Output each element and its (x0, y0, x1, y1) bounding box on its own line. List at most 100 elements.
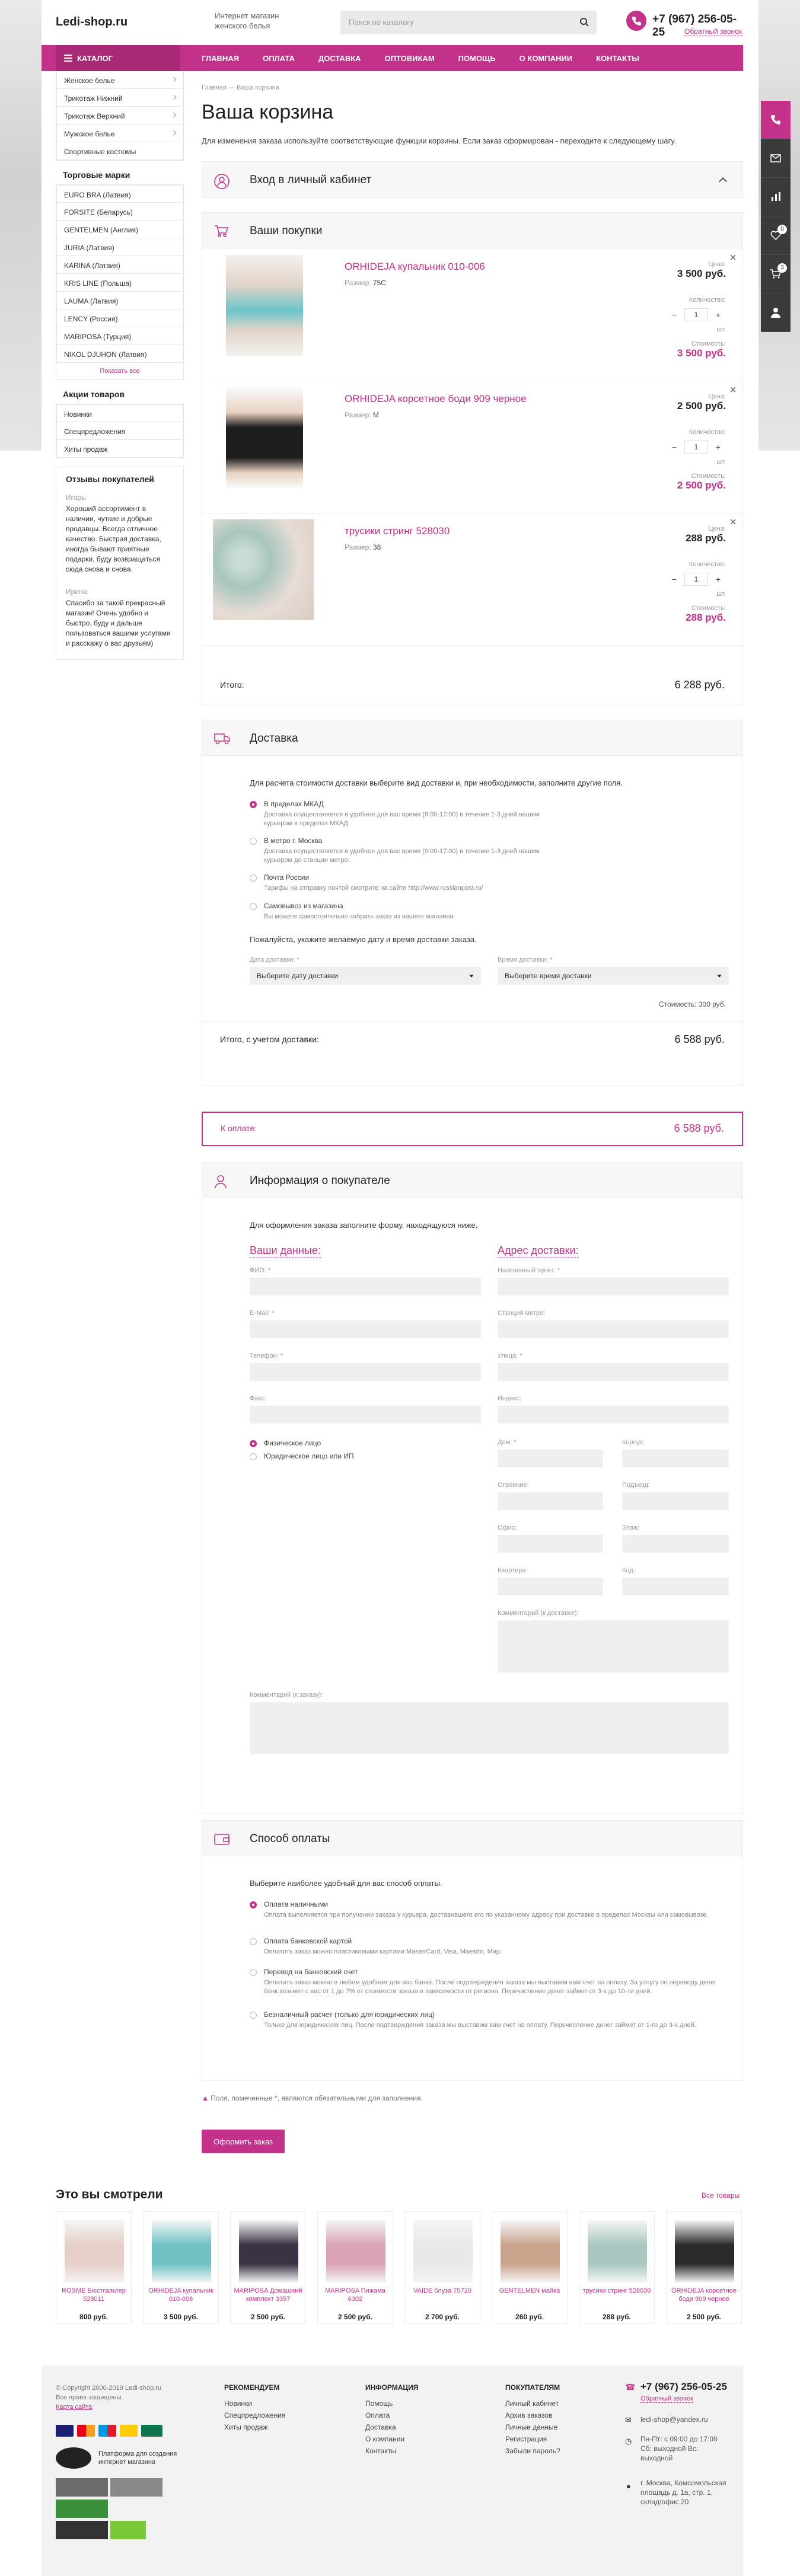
sitemap-link[interactable]: Карта сайта (56, 2403, 92, 2411)
promo-item[interactable]: Хиты продаж (56, 440, 183, 458)
brand-item[interactable]: KRIS LINE (Польша) (56, 274, 183, 292)
footer-link[interactable]: Помощь (365, 2398, 418, 2409)
footer-email[interactable]: ledi-shop@yandex.ru (640, 2415, 708, 2424)
seen-product-card[interactable]: ROSME Бюстгальтер 528011 800 руб. (56, 2211, 132, 2324)
increment-button[interactable]: + (710, 442, 726, 452)
quantity-input[interactable]: 1 (684, 308, 708, 321)
brand-item[interactable]: KARINA (Латвия) (56, 256, 183, 274)
callback-link[interactable]: Обратный звонок (684, 27, 742, 36)
floor-field[interactable] (622, 1535, 729, 1553)
nav-item-home[interactable]: ГЛАВНАЯ (190, 45, 251, 71)
decrement-button[interactable]: − (667, 310, 682, 320)
seen-product-card[interactable]: MARIPOSA Пижама 6302 2 500 руб. (317, 2211, 393, 2324)
seen-product-title[interactable]: MARIPOSA Пижама 6302 (320, 2287, 390, 2303)
quantity-stepper[interactable]: −1 + (667, 572, 726, 587)
expert-logo[interactable] (56, 2447, 91, 2469)
search-input[interactable]: Поиск по каталогу (340, 11, 597, 34)
seen-product-card[interactable]: VAIDE блуза 75720 2 700 руб. (404, 2211, 480, 2324)
all-products-link[interactable]: Все товары (702, 2191, 740, 2200)
product-image[interactable] (226, 255, 303, 356)
footer-callback-link[interactable]: Обратный звонок (640, 2395, 693, 2403)
quantity-stepper[interactable]: −1 + (667, 439, 726, 455)
footer-link[interactable]: Регистрация (505, 2433, 560, 2445)
radio-selected[interactable] (250, 801, 257, 808)
quantity-input[interactable]: 1 (684, 573, 708, 586)
radio[interactable] (250, 1938, 257, 1945)
footer-link[interactable]: Доставка (365, 2421, 418, 2433)
brand-item[interactable]: EURO BRA (Латвия) (56, 185, 183, 203)
brand-item[interactable]: MARIPOSA (Турция) (56, 327, 183, 345)
breadcrumb[interactable]: Главная — Ваша корзина (202, 84, 279, 91)
seen-product-title[interactable]: ORHIDEJA купальник 010-006 (146, 2287, 216, 2303)
brand-item[interactable]: LENCY (Россия) (56, 309, 183, 327)
footer-link[interactable]: О компании (365, 2433, 418, 2445)
radio[interactable] (250, 2012, 257, 2019)
remove-item-icon[interactable]: × (729, 384, 737, 397)
category-item[interactable]: Трикотаж Нижний (56, 89, 183, 107)
category-item[interactable]: Трикотаж Верхний (56, 107, 183, 125)
seen-product-image[interactable] (152, 2220, 211, 2283)
show-all-brands-link[interactable]: Показать все (56, 363, 183, 379)
decrement-button[interactable]: − (667, 442, 682, 452)
toolbar-cart[interactable]: 3 (761, 255, 791, 293)
structure-field[interactable] (498, 1492, 603, 1510)
seen-product-image[interactable] (501, 2220, 560, 2283)
catalog-button[interactable]: КАТАЛОГ (56, 45, 180, 71)
seen-product-title[interactable]: трусики стринг 528030 (582, 2287, 652, 2295)
product-title[interactable]: ORHIDEJA корсетное боди 909 черное (345, 393, 527, 405)
nav-item-wholesale[interactable]: ОПТОВИКАМ (373, 45, 447, 71)
fax-field[interactable] (250, 1406, 481, 1423)
radio[interactable] (250, 874, 257, 882)
email-field[interactable] (250, 1320, 481, 1338)
promo-item[interactable]: Спецпредложения (56, 422, 183, 440)
login-block[interactable]: Вход в личный кабинет (202, 161, 743, 198)
footer-link[interactable]: Спецпредложения (224, 2409, 286, 2421)
city-field[interactable] (498, 1278, 729, 1295)
seen-product-image[interactable] (65, 2220, 124, 2283)
radio[interactable] (250, 838, 257, 845)
order-comment-field[interactable] (250, 1702, 729, 1754)
chevron-up-icon[interactable] (718, 177, 728, 186)
toolbar-compare[interactable] (761, 178, 791, 216)
radio[interactable] (250, 903, 257, 910)
name-field[interactable] (250, 1278, 481, 1295)
product-title[interactable]: трусики стринг 528030 (345, 525, 450, 537)
brand-item[interactable]: JURIA (Латвия) (56, 238, 183, 256)
footer-link[interactable]: Архив заказов (505, 2409, 560, 2421)
toolbar-mail[interactable] (761, 139, 791, 178)
street-field[interactable] (498, 1363, 729, 1381)
zip-field[interactable] (498, 1406, 729, 1423)
brand-item[interactable]: LAUMA (Латвия) (56, 292, 183, 309)
footer-link[interactable]: Новинки (224, 2398, 286, 2409)
search-icon[interactable] (579, 17, 591, 28)
category-item[interactable]: Женское белье (56, 71, 183, 89)
seen-product-title[interactable]: ORHIDEJA корсетное боди 909 черное (669, 2287, 739, 2303)
delivery-comment-field[interactable] (498, 1620, 729, 1672)
seen-product-card[interactable]: MARIPOSA Домашний комплект 3357 2 500 руб… (230, 2211, 306, 2324)
quantity-input[interactable]: 1 (684, 440, 708, 454)
metro-field[interactable] (498, 1320, 729, 1338)
site-logo[interactable]: Ledi-shop.ru (56, 15, 128, 29)
nav-item-payment[interactable]: ОПЛАТА (251, 45, 307, 71)
time-select[interactable]: Выберите время доставки (498, 967, 729, 985)
login-header[interactable]: Вход в личный кабинет (202, 162, 742, 197)
seen-product-title[interactable]: MARIPOSA Домашний комплект 3357 (233, 2287, 303, 2303)
increment-button[interactable]: + (710, 310, 726, 320)
seen-product-image[interactable] (413, 2220, 473, 2283)
product-image[interactable] (226, 387, 303, 488)
increment-button[interactable]: + (710, 574, 726, 584)
nav-item-help[interactable]: ПОМОЩЬ (447, 45, 508, 71)
product-image[interactable] (213, 519, 314, 620)
toolbar-favorites[interactable]: 0 (761, 216, 791, 255)
code-field[interactable] (622, 1578, 729, 1595)
category-item[interactable]: Спортивные костюмы (56, 142, 183, 160)
toolbar-user[interactable] (761, 293, 791, 332)
date-select[interactable]: Выберите дату доставки (250, 967, 481, 985)
apartment-field[interactable] (498, 1578, 603, 1595)
entrance-field[interactable] (622, 1492, 729, 1510)
seen-product-image[interactable] (326, 2220, 385, 2283)
radio[interactable] (250, 1969, 257, 1976)
seen-product-title[interactable]: ROSME Бюстгальтер 528011 (59, 2287, 129, 2303)
seen-product-title[interactable]: VAIDE блуза 75720 (407, 2287, 477, 2295)
brand-item[interactable]: FORSITE (Беларусь) (56, 203, 183, 221)
